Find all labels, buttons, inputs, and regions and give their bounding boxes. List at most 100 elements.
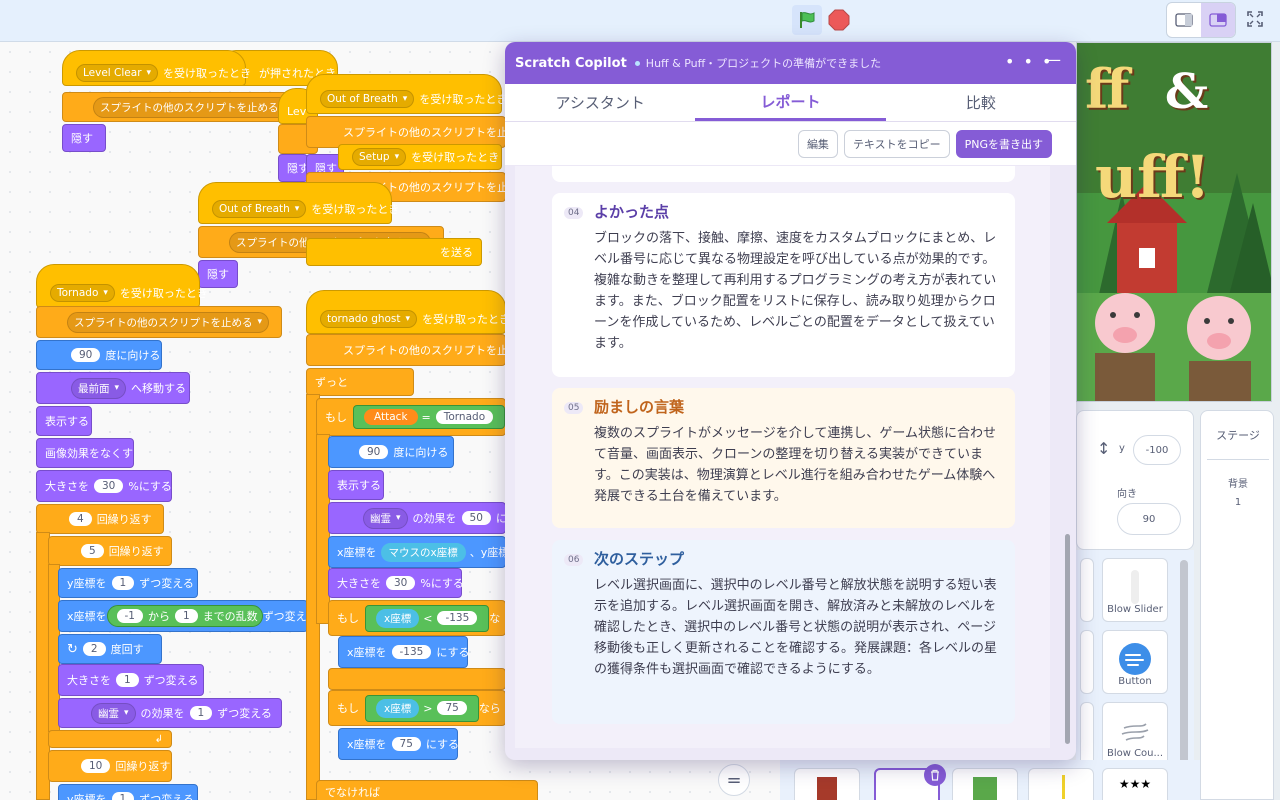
change-size-block[interactable]: 大きさを 1 ずつ変える: [58, 664, 204, 696]
clear-graphic-effects-block[interactable]: 画像効果をなくす: [36, 438, 134, 468]
show-block[interactable]: 表示する: [328, 470, 384, 500]
x-position-reporter[interactable]: x座標: [376, 698, 420, 718]
normal-stage-button[interactable]: [1201, 3, 1235, 37]
sprite-tile-partial[interactable]: [1080, 630, 1094, 694]
equals-operator[interactable]: Attack = Tornado: [353, 405, 506, 429]
message-dropdown[interactable]: Out of Breath: [320, 90, 415, 108]
change-effect-block[interactable]: 幽霊の効果を 1 ずつ変える: [58, 698, 282, 728]
effect-change-input[interactable]: 1: [189, 706, 213, 720]
set-x-block[interactable]: x座標を 75 にする: [338, 728, 459, 760]
direction-input[interactable]: 90: [71, 348, 101, 362]
export-png-button[interactable]: PNGを書き出す: [955, 129, 1052, 158]
go-to-xy-block[interactable]: x座標を マウスのx座標 、y座標: [328, 536, 509, 568]
green-flag-button[interactable]: [792, 5, 822, 35]
message-dropdown[interactable]: Out of Breath: [212, 200, 307, 218]
effect-value-input[interactable]: 50: [461, 511, 491, 525]
layer-dropdown[interactable]: 最前面: [71, 377, 127, 399]
less-than-operator[interactable]: x座標 < -135: [365, 604, 490, 632]
repeat-count-input[interactable]: 10: [81, 759, 111, 773]
hide-block[interactable]: 隠す: [62, 124, 106, 152]
x-value-input[interactable]: -135: [391, 645, 432, 659]
mouse-x-reporter[interactable]: マウスのx座標: [380, 542, 466, 562]
broadcast-block[interactable]: を送る: [306, 238, 482, 266]
stage-canvas[interactable]: ff & uff!: [1076, 42, 1272, 402]
size-input[interactable]: 30: [94, 479, 124, 493]
size-change-input[interactable]: 1: [116, 673, 139, 687]
repeat-block[interactable]: 5 回繰り返す: [48, 536, 172, 566]
when-receive-out-of-breath-block[interactable]: Out of Breath を受け取ったとき: [198, 182, 399, 224]
random-from-input[interactable]: -1: [116, 609, 143, 623]
stop-other-scripts-block[interactable]: スプライトの他のスクリプトを止める: [36, 306, 282, 338]
direction-input[interactable]: 90: [1117, 503, 1181, 535]
message-dropdown[interactable]: Level Clear: [76, 64, 159, 82]
sprite-tile[interactable]: [952, 768, 1018, 800]
effect-dropdown[interactable]: 幽霊: [363, 507, 408, 529]
hide-block[interactable]: 隠す: [278, 154, 309, 182]
change-y-block[interactable]: y座標を 1 ずつ変える: [58, 568, 198, 598]
stage-selector[interactable]: ステージ 背景 1: [1200, 410, 1274, 800]
tab-compare[interactable]: 比較: [886, 84, 1076, 121]
stop-option-dropdown[interactable]: スプライトの他のスクリプトを止める: [67, 311, 270, 333]
when-receive-setup-block[interactable]: Setup を受け取ったとき: [338, 144, 502, 170]
tab-report[interactable]: レポート: [695, 84, 886, 121]
if-block[interactable]: もし x座標 < -135 な: [328, 600, 506, 636]
delete-sprite-button[interactable]: [924, 764, 946, 786]
sprite-tile-partial[interactable]: [1080, 702, 1094, 766]
if-block[interactable]: もし Attack = Tornado: [316, 398, 506, 436]
repeat-block[interactable]: 4 回繰り返す: [36, 504, 164, 534]
stop-button[interactable]: [826, 7, 852, 33]
sprite-tile-partial[interactable]: [1080, 558, 1094, 622]
turn-block[interactable]: ↻ 2 度回す: [58, 634, 162, 664]
greater-than-operator[interactable]: x座標 >75: [365, 694, 479, 722]
show-block[interactable]: 表示する: [36, 406, 92, 436]
degrees-input[interactable]: 2: [82, 642, 106, 656]
y-change-input[interactable]: 1: [111, 576, 135, 590]
direction-input[interactable]: 90: [359, 445, 389, 459]
zoom-reset-button[interactable]: =: [718, 764, 750, 796]
sprite-list-scrollbar[interactable]: [1180, 560, 1188, 790]
tab-assistant[interactable]: アシスタント: [505, 84, 695, 121]
sprite-tile[interactable]: [1028, 768, 1094, 800]
y-input[interactable]: -100: [1133, 435, 1181, 465]
repeat-block[interactable]: 10 回繰り返す: [48, 750, 172, 782]
hide-block[interactable]: 隠す: [198, 260, 238, 288]
set-size-block[interactable]: 大きさを 30 %にする: [36, 470, 172, 502]
compare-value-input[interactable]: Tornado: [435, 410, 494, 424]
when-receive-tornado-block[interactable]: Tornado を受け取ったとき: [36, 264, 208, 308]
repeat-count-input[interactable]: 5: [81, 544, 104, 558]
message-dropdown[interactable]: Tornado: [50, 284, 115, 302]
message-dropdown[interactable]: tornado ghost: [320, 310, 418, 328]
when-receive-out-of-breath-block[interactable]: Out of Breath を受け取ったとき: [306, 74, 507, 114]
sprite-tile-blow-slider[interactable]: Blow Slider: [1102, 558, 1168, 622]
if-block[interactable]: もし x座標 >75 なら: [328, 690, 506, 726]
compare-value-input[interactable]: -135: [437, 611, 478, 625]
repeat-count-input[interactable]: 4: [69, 512, 92, 526]
stop-other-scripts-block[interactable]: スプライトの他のスクリプトを止める: [62, 92, 296, 122]
compare-value-input[interactable]: 75: [437, 701, 467, 715]
report-scroll-area[interactable]: 04 よかった点 ブロックの落下、接触、摩擦、速度をカスタムブロックにまとめ、レ…: [515, 166, 1050, 748]
sprite-tile-button[interactable]: Button: [1102, 630, 1168, 694]
stop-option-dropdown[interactable]: スプライトの他のスクリプトを止める: [93, 96, 296, 118]
fullscreen-button[interactable]: [1240, 4, 1270, 34]
x-value-input[interactable]: 75: [391, 737, 421, 751]
point-in-direction-block[interactable]: 90 度に向ける: [328, 436, 454, 468]
change-y-block[interactable]: y座標を 1 ずつ変える: [58, 784, 198, 800]
go-to-front-layer-block[interactable]: 最前面へ移動する: [36, 372, 190, 404]
sprite-tile[interactable]: [794, 768, 860, 800]
random-to-input[interactable]: 1: [175, 609, 198, 623]
point-in-direction-block[interactable]: 90 度に向ける: [36, 340, 162, 370]
sprite-tile-stars[interactable]: ★★★: [1102, 768, 1168, 800]
attack-variable[interactable]: Attack: [364, 409, 418, 425]
message-dropdown[interactable]: Setup: [352, 148, 407, 166]
change-x-by-random-block[interactable]: x座標を -1 から 1 までの乱数 ずつ変え: [58, 600, 308, 632]
set-x-block[interactable]: x座標を -135 にする: [338, 636, 469, 668]
edit-button[interactable]: 編集: [797, 129, 838, 158]
minimize-button[interactable]: —: [1045, 50, 1061, 69]
small-stage-button[interactable]: [1167, 3, 1201, 37]
copy-text-button[interactable]: テキストをコピー: [843, 129, 950, 158]
sprite-tile-blow-counter[interactable]: Blow Cou...: [1102, 702, 1168, 766]
x-position-reporter[interactable]: x座標: [376, 608, 420, 628]
y-change-input[interactable]: 1: [111, 792, 135, 800]
set-size-block[interactable]: 大きさを 30 %にする: [328, 568, 464, 598]
size-input[interactable]: 30: [386, 576, 416, 590]
